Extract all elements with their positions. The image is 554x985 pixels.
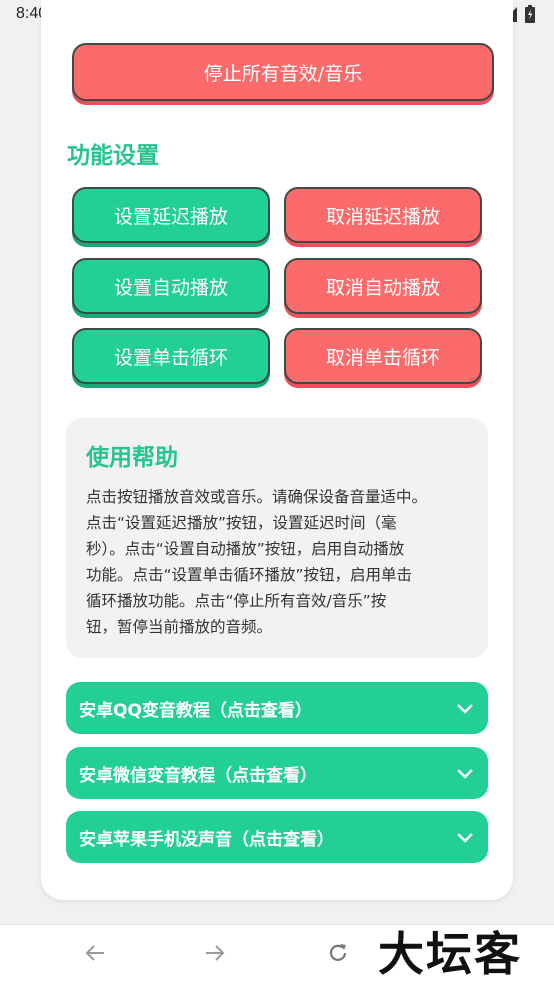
accordion-qq-tutorial[interactable]: 安卓QQ变音教程（点击查看） xyxy=(66,682,488,734)
help-box: 使用帮助 点击按钮播放音效或音乐。请确保设备音量适中。 点击“设置延迟播放”按钮… xyxy=(66,418,488,658)
accordion-label: 安卓微信变音教程（点击查看） xyxy=(79,765,317,786)
help-line: 点击“设置延迟播放”按钮，设置延迟时间（毫 xyxy=(86,514,397,532)
cancel-auto-play-button[interactable]: 取消自动播放 xyxy=(284,258,482,314)
chevron-down-icon xyxy=(456,764,474,787)
set-delay-play-button[interactable]: 设置延迟播放 xyxy=(72,187,270,243)
help-title: 使用帮助 xyxy=(86,445,178,471)
help-line: 点击按钮播放音效或音乐。请确保设备音量适中。 xyxy=(86,488,428,506)
cancel-click-loop-button[interactable]: 取消单击循环 xyxy=(284,328,482,384)
accordion-wechat-tutorial[interactable]: 安卓微信变音教程（点击查看） xyxy=(66,747,488,799)
accordion-no-sound[interactable]: 安卓苹果手机没声音（点击查看） xyxy=(66,811,488,863)
forward-arrow-icon[interactable] xyxy=(204,942,226,968)
cancel-delay-play-button[interactable]: 取消延迟播放 xyxy=(284,187,482,243)
accordion-label: 安卓QQ变音教程（点击查看） xyxy=(79,700,312,721)
back-arrow-icon[interactable] xyxy=(84,942,106,968)
chevron-down-icon xyxy=(456,699,474,722)
help-line: 秒）。点击“设置自动播放”按钮，启用自动播放 xyxy=(86,540,405,558)
set-click-loop-button[interactable]: 设置单击循环 xyxy=(72,328,270,384)
stop-all-button[interactable]: 停止所有音效/音乐 xyxy=(72,43,494,101)
help-text: 点击按钮播放音效或音乐。请确保设备音量适中。 点击“设置延迟播放”按钮，设置延迟… xyxy=(86,484,474,640)
section-title-settings: 功能设置 xyxy=(67,143,159,169)
help-line: 循环播放功能。点击“停止所有音效/音乐”按 xyxy=(86,592,387,610)
watermark-logo: 大坛客 xyxy=(378,927,522,981)
accordion-label: 安卓苹果手机没声音（点击查看） xyxy=(79,829,334,850)
battery-icon xyxy=(525,5,535,27)
set-auto-play-button[interactable]: 设置自动播放 xyxy=(72,258,270,314)
refresh-icon[interactable] xyxy=(327,942,349,968)
help-line: 功能。点击“设置单击循环播放”按钮，启用单击 xyxy=(86,566,413,584)
help-line: 钮，暂停当前播放的音频。 xyxy=(86,618,273,636)
chevron-down-icon xyxy=(456,828,474,851)
